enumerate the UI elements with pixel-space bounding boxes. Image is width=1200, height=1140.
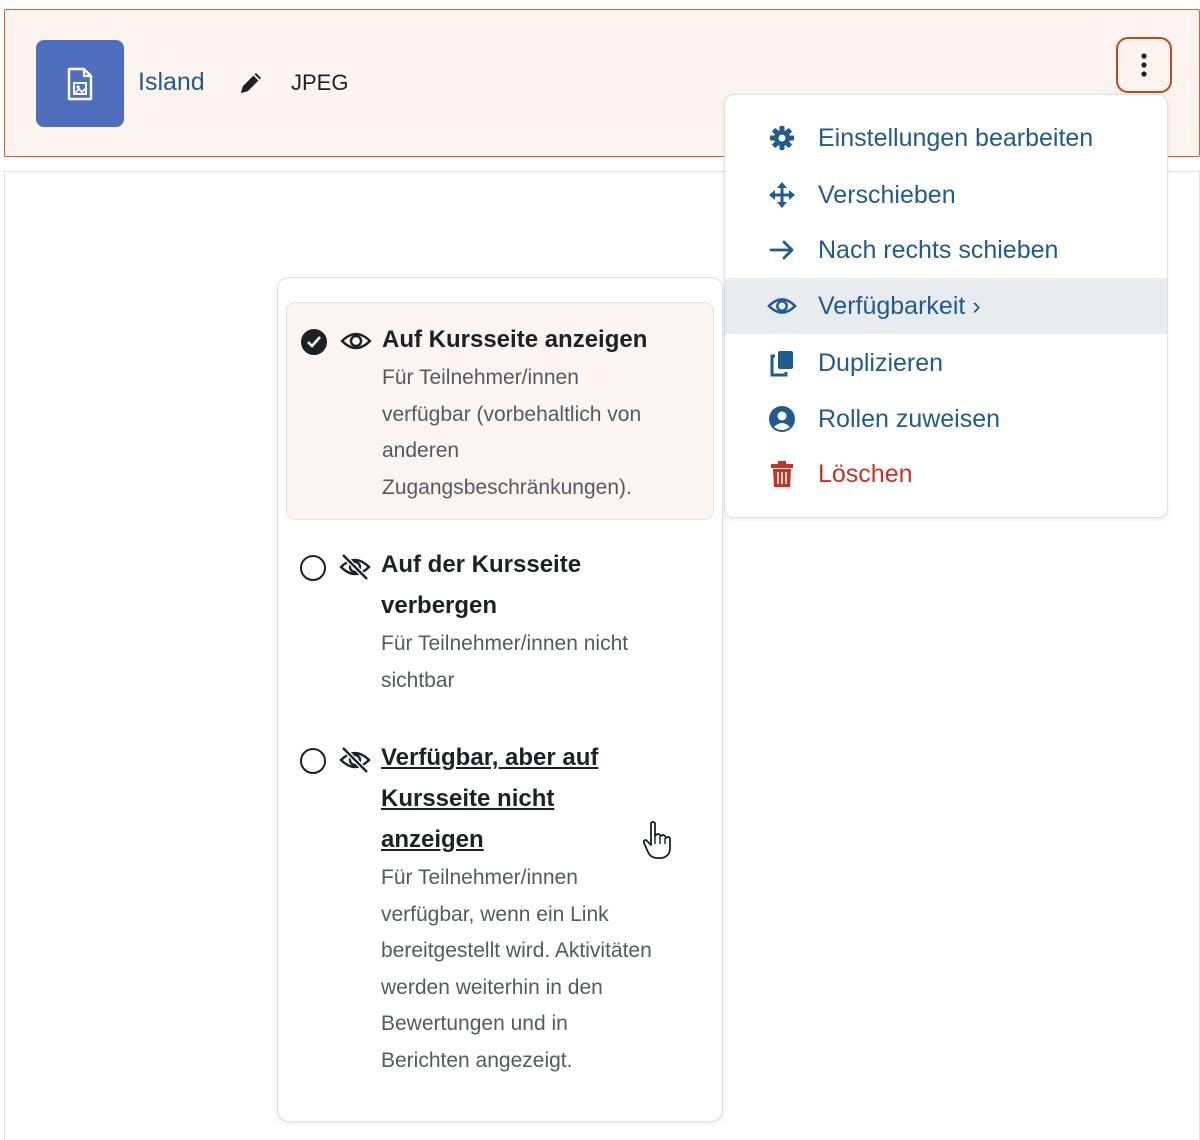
menu-item-assign-roles[interactable]: Rollen zuweisen <box>725 391 1167 447</box>
eye-icon <box>767 291 797 321</box>
copy-icon <box>767 348 797 378</box>
actions-menu: Einstellungen bearbeiten Verschieben Nac… <box>724 94 1168 518</box>
option-description: Für Teilnehmer/innen nicht sichtbar <box>381 632 629 692</box>
gear-icon <box>767 123 797 153</box>
actions-menu-button[interactable] <box>1116 37 1172 93</box>
menu-item-availability[interactable]: Verfügbarkeit › <box>725 278 1167 334</box>
menu-item-label: Verschieben <box>818 180 956 209</box>
menu-item-move[interactable]: Verschieben <box>725 167 1167 223</box>
eye-slash-icon <box>339 553 371 581</box>
pencil-icon[interactable] <box>236 68 266 98</box>
menu-item-move-right[interactable]: Nach rechts schieben <box>725 222 1167 278</box>
menu-item-duplicate[interactable]: Duplizieren <box>725 335 1167 391</box>
option-title: Auf der Kursseite verbergen <box>381 551 582 619</box>
eye-icon <box>340 327 372 355</box>
activity-name-link[interactable]: Island <box>138 68 205 97</box>
option-description: Für Teilnehmer/innen verfügbar, wenn ein… <box>381 866 652 1072</box>
chevron-right-icon: › <box>972 291 981 320</box>
menu-item-label: Duplizieren <box>818 348 944 377</box>
image-file-icon[interactable] <box>36 40 124 127</box>
trash-icon <box>767 459 797 489</box>
option-available-but-not-shown[interactable]: Verfügbar, aber auf Kursseite nicht anze… <box>286 737 714 1087</box>
arrow-right-icon <box>767 235 797 265</box>
eye-slash-icon <box>339 746 371 774</box>
option-title: Auf Kursseite anzeigen <box>382 326 648 353</box>
radio-checked-icon[interactable] <box>301 329 327 355</box>
menu-item-label: Verfügbarkeit › <box>818 291 981 320</box>
option-show-on-course-page[interactable]: Auf Kursseite anzeigen Für Teilnehmer/in… <box>286 302 714 520</box>
menu-item-label: Einstellungen bearbeiten <box>818 123 1094 152</box>
menu-item-edit-settings[interactable]: Einstellungen bearbeiten <box>725 110 1167 166</box>
move-arrows-icon <box>767 180 797 210</box>
user-circle-icon <box>767 404 797 434</box>
menu-item-label: Nach rechts schieben <box>818 235 1059 264</box>
radio-unchecked-icon[interactable] <box>300 748 326 774</box>
menu-item-label: Rollen zuweisen <box>818 404 1001 433</box>
radio-unchecked-icon[interactable] <box>300 555 326 581</box>
menu-item-delete[interactable]: Löschen <box>725 446 1167 502</box>
file-type-label: JPEG <box>291 70 349 95</box>
option-hide-on-course-page[interactable]: Auf der Kursseite verbergen Für Teilnehm… <box>286 544 714 704</box>
menu-item-label: Löschen <box>818 459 913 488</box>
hand-cursor-icon <box>642 820 672 860</box>
option-description: Für Teilnehmer/innen verfügbar (vorbehal… <box>382 366 642 499</box>
availability-submenu: Auf Kursseite anzeigen Für Teilnehmer/in… <box>277 277 723 1122</box>
kebab-icon <box>1141 53 1147 77</box>
